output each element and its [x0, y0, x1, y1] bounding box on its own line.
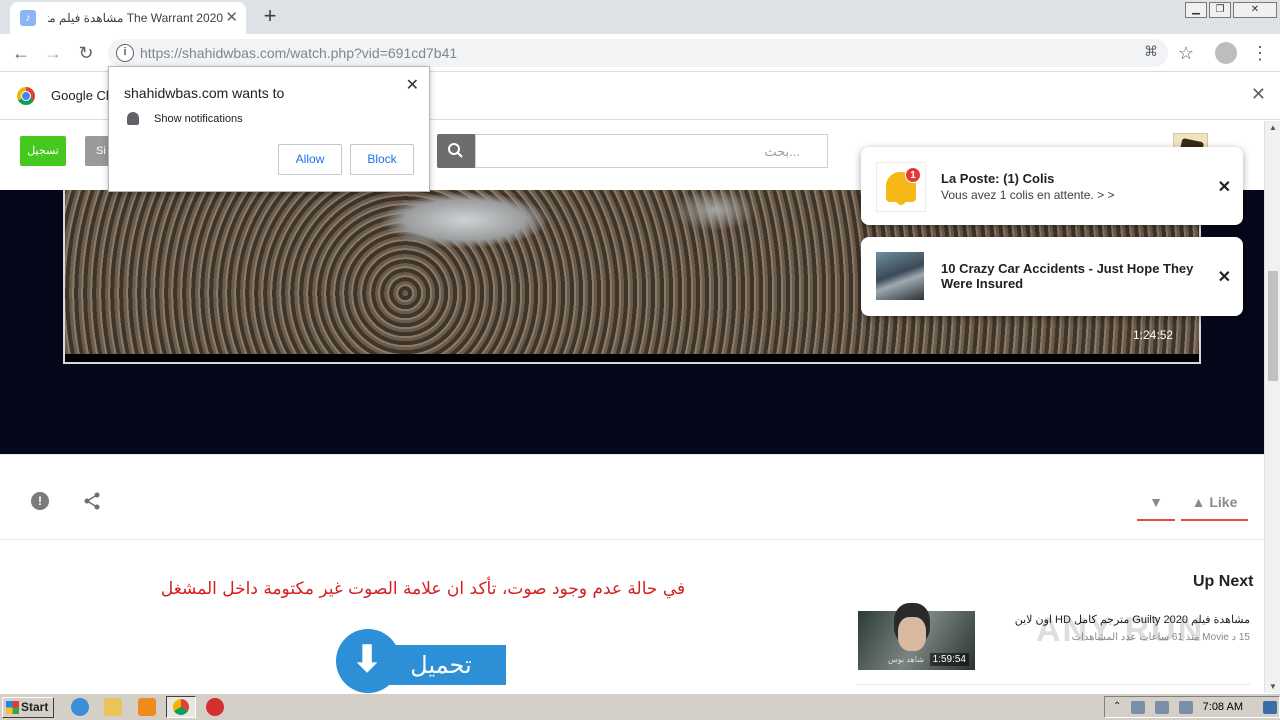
site-info-icon[interactable]: i — [116, 44, 134, 62]
permission-site-text: shahidwbas.com wants to — [124, 85, 285, 101]
show-desktop-icon[interactable] — [1263, 701, 1277, 714]
notification-close-icon[interactable]: ✕ — [1218, 177, 1231, 197]
restore-window-button[interactable]: ❐ — [1209, 2, 1231, 18]
media-player-icon[interactable] — [138, 698, 156, 716]
taskbar-chrome-button[interactable] — [166, 696, 196, 718]
menu-kebab-icon[interactable]: ⋮ — [1249, 42, 1271, 64]
scroll-down-icon[interactable]: ▼ — [1265, 682, 1280, 691]
tab-title: The Warrant 2020 مشاهدة فيلم مترجم — [48, 11, 223, 25]
thumbs-down-icon: ▼ — [1149, 494, 1163, 510]
page-scrollbar[interactable]: ▲ ▼ — [1264, 121, 1280, 693]
ie-icon[interactable] — [71, 698, 89, 716]
scrollbar-thumb[interactable] — [1268, 271, 1278, 381]
windows-taskbar: Start ⌃ 7:08 AM — [0, 693, 1280, 720]
network-icon[interactable] — [1179, 701, 1193, 714]
notification-title: La Poste: (1) Colis — [941, 171, 1055, 186]
start-button[interactable]: Start — [2, 697, 54, 718]
url-text[interactable]: https://shahidwbas.com/watch.php?vid=691… — [140, 45, 457, 61]
tray-expand-icon[interactable]: ⌃ — [1113, 701, 1127, 714]
download-arrow-icon: ⬇ — [352, 638, 383, 679]
report-icon[interactable]: ! — [31, 492, 49, 510]
url-path: /watch.php?vid=691cd7b41 — [286, 45, 458, 61]
notification-permission-popup: shahidwbas.com wants to ✕ Show notificat… — [108, 66, 430, 192]
alert-icon[interactable] — [206, 698, 224, 716]
like-label: Like — [1209, 494, 1238, 510]
search-button[interactable] — [437, 134, 475, 168]
up-next-item[interactable]: شاهد بوس 1:59:54 مشاهدة فيلم Guilty 2020… — [857, 611, 1250, 681]
permission-close-icon[interactable]: ✕ — [406, 75, 419, 95]
allow-button[interactable]: Allow — [278, 144, 342, 175]
volume-icon[interactable] — [1155, 701, 1169, 714]
clock: 7:08 AM — [1202, 701, 1243, 713]
back-icon[interactable]: ← — [10, 42, 32, 64]
minimize-window-button[interactable]: ▁ — [1185, 2, 1207, 18]
video-duration: 1:24:52 — [1133, 328, 1174, 342]
forward-icon[interactable]: → — [42, 42, 64, 64]
network-icon[interactable] — [1131, 701, 1145, 714]
start-label: Start — [21, 700, 49, 714]
system-tray: ⌃ 7:08 AM — [1104, 696, 1280, 718]
thumbnail-caption: شاهد بوس — [888, 655, 924, 664]
notification-close-icon[interactable]: ✕ — [1218, 267, 1231, 287]
notification-image — [876, 252, 926, 302]
tab-strip: ♪ The Warrant 2020 مشاهدة فيلم مترجم ✕ +… — [0, 0, 1280, 34]
bookmark-star-icon[interactable]: ☆ — [1175, 42, 1197, 64]
browser-tab[interactable]: ♪ The Warrant 2020 مشاهدة فيلم مترجم ✕ — [10, 2, 246, 34]
sound-warning-text: في حالة عدم وجود صوت، تأكد ان علامة الصو… — [160, 579, 686, 599]
info-bar-close-icon[interactable]: ✕ — [1251, 84, 1266, 105]
notification-icon: 1 — [876, 162, 926, 212]
folder-icon[interactable] — [104, 698, 122, 716]
up-next-title[interactable]: مشاهدة فيلم Guilty 2020 مترجم كامل HD او… — [990, 613, 1250, 626]
chrome-icon — [173, 699, 189, 715]
search-input[interactable]: بحث... — [475, 134, 828, 168]
notification-toast[interactable]: 1 La Poste: (1) Colis Vous avez 1 colis … — [861, 147, 1243, 225]
video-actions-bar: ! ▼ ▲ Like — [0, 454, 1264, 540]
notification-body: Vous avez 1 colis en attente. > > — [941, 188, 1115, 202]
divider — [857, 684, 1250, 685]
like-button[interactable]: ▲ Like — [1181, 491, 1248, 521]
register-button[interactable]: تسجيل — [20, 136, 66, 166]
tab-favicon-icon: ♪ — [20, 10, 36, 26]
share-icon[interactable] — [83, 492, 101, 510]
thumbs-up-icon: ▲ — [1191, 494, 1210, 510]
video-player[interactable]: 1:24:52 — [0, 190, 1264, 454]
download-banner[interactable]: تحميل ⬇ — [336, 629, 506, 693]
url-host: https://shahidwbas.com — [140, 45, 287, 61]
chrome-logo-icon — [17, 87, 35, 105]
up-next-heading: Up Next — [1193, 573, 1254, 590]
notification-badge: 1 — [905, 167, 921, 183]
address-bar[interactable]: i https://shahidwbas.com/watch.php?vid=6… — [108, 39, 1168, 67]
close-window-button[interactable]: ✕ — [1233, 2, 1277, 18]
tab-close-icon[interactable]: ✕ — [225, 8, 238, 26]
windows-flag-icon — [6, 701, 19, 714]
notification-title: 10 Crazy Car Accidents - Just Hope They … — [941, 261, 1194, 291]
scroll-up-icon[interactable]: ▲ — [1265, 123, 1280, 132]
up-next-duration: 1:59:54 — [929, 653, 969, 666]
translate-icon[interactable]: ⌘ — [1144, 43, 1158, 60]
up-next-thumbnail[interactable]: شاهد بوس 1:59:54 — [858, 611, 975, 670]
search-icon — [448, 143, 463, 158]
up-next-meta: 15 د Movie منذ 61 ساعات عدد المشاهدات — [1071, 632, 1250, 643]
reload-icon[interactable]: ↻ — [75, 42, 97, 64]
notification-toast[interactable]: 10 Crazy Car Accidents - Just Hope They … — [861, 237, 1243, 316]
permission-request-text: Show notifications — [154, 113, 243, 125]
info-bar-text: Google Ch — [51, 88, 114, 103]
block-button[interactable]: Block — [350, 144, 414, 175]
dislike-button[interactable]: ▼ — [1137, 491, 1175, 521]
download-label: تحميل — [376, 645, 506, 685]
profile-avatar-icon[interactable] — [1215, 42, 1237, 64]
new-tab-icon[interactable]: + — [258, 4, 282, 28]
car-crash-image — [876, 252, 924, 300]
bell-icon — [127, 112, 139, 125]
